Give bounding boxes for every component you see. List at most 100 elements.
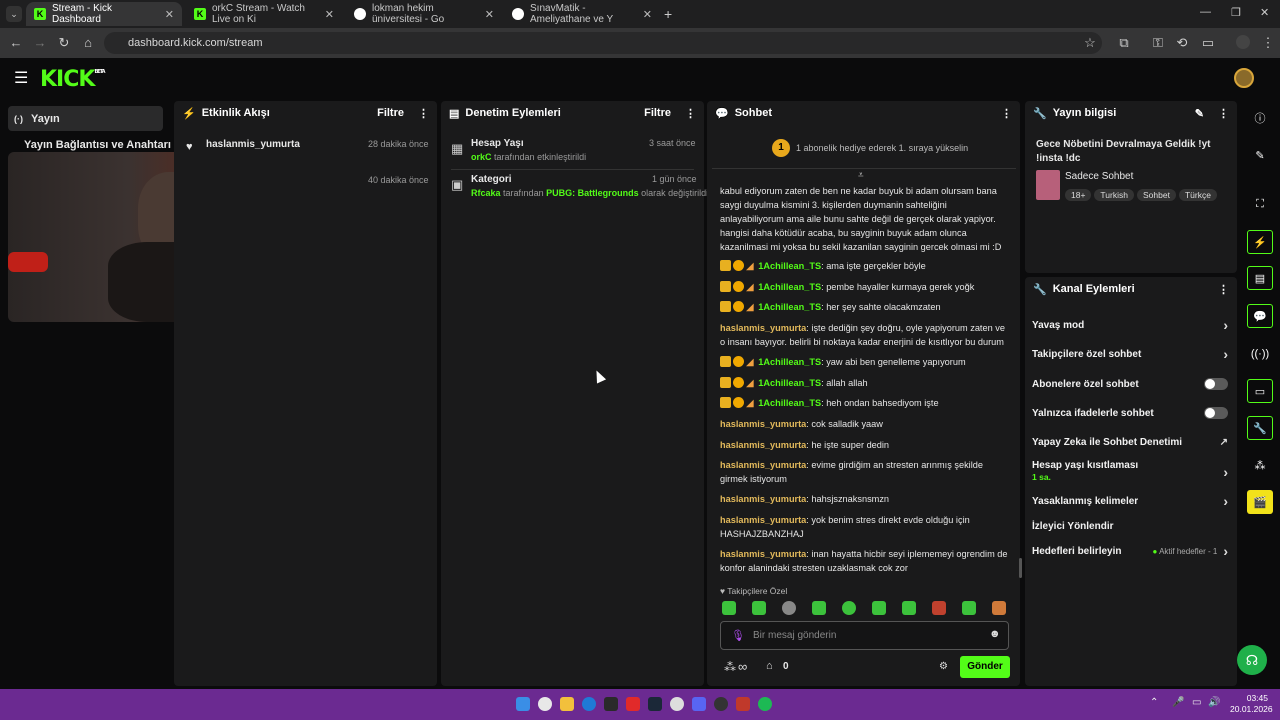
tab-orkc-stream[interactable]: K orkC Stream - Watch Live on Ki ✕ xyxy=(186,2,342,26)
tray-chevron-icon[interactable]: ⌃ xyxy=(1150,697,1158,708)
emote-icon[interactable] xyxy=(722,601,736,615)
activity-panel-toggle-icon[interactable]: ⚡ xyxy=(1247,230,1273,254)
stream-info-toggle-icon[interactable]: ▭ xyxy=(1247,379,1273,403)
hamburger-menu-icon[interactable]: ☰ xyxy=(14,68,28,88)
password-key-icon[interactable]: ⚿ xyxy=(1150,35,1166,51)
gift-sub-banner[interactable]: 1 abonelik hediye ederek 1. sıraya yükse… xyxy=(796,143,968,153)
chat-username[interactable]: haslanmis_yumurta xyxy=(720,323,806,333)
chat-panel-toggle-icon[interactable]: 💬 xyxy=(1247,304,1273,328)
kick-logo[interactable]: KICKBETA xyxy=(40,67,106,92)
emote-icon[interactable] xyxy=(872,601,886,615)
chat-username[interactable]: haslanmis_yumurta xyxy=(720,460,806,470)
host-channel-row[interactable]: İzleyici Yönlendir xyxy=(1032,517,1228,535)
channel-actions-toggle-icon[interactable]: 🔧 xyxy=(1247,416,1273,440)
steam-icon[interactable] xyxy=(648,697,662,711)
more-options-icon[interactable]: ⋮ xyxy=(1218,107,1229,120)
settings-gear-icon[interactable]: ⚙ xyxy=(939,661,948,672)
chat-username[interactable]: 1Achillean_TS xyxy=(758,302,821,312)
tab-kick-dashboard[interactable]: K Stream - Kick Dashboard ✕ xyxy=(26,2,182,26)
goals-row[interactable]: Hedefleri belirleyin ● Aktif hedefler - … xyxy=(1032,542,1228,560)
send-button[interactable]: Gönder xyxy=(960,656,1010,678)
category-name[interactable]: Sadece Sohbet xyxy=(1065,171,1133,182)
emote-icon[interactable] xyxy=(902,601,916,615)
emotes-only-toggle[interactable] xyxy=(1204,407,1228,419)
youtube-icon[interactable] xyxy=(626,697,640,711)
forward-icon[interactable]: → xyxy=(32,35,48,51)
emote-icon[interactable] xyxy=(782,601,796,615)
history-icon[interactable]: ⟲ xyxy=(1174,35,1190,51)
user-avatar[interactable] xyxy=(1234,68,1254,88)
clock[interactable]: 03:45 20.01.2026 xyxy=(1230,693,1273,715)
emote-icon[interactable] xyxy=(752,601,766,615)
url-field[interactable]: dashboard.kick.com/stream xyxy=(104,32,1102,54)
category-thumbnail[interactable] xyxy=(1036,170,1060,200)
emote-icon[interactable] xyxy=(812,601,826,615)
store-icon[interactable]: ⌂ xyxy=(766,660,773,672)
chat-scrollbar[interactable] xyxy=(1019,558,1022,578)
windows-start-icon[interactable] xyxy=(516,697,530,711)
close-tab-icon[interactable]: ✕ xyxy=(325,8,334,21)
banned-words-row[interactable]: Yasaklanmış kelimeler › xyxy=(1032,492,1228,510)
slow-mode-row[interactable]: Yavaş mod › xyxy=(1032,316,1228,334)
edge-icon[interactable] xyxy=(582,697,596,711)
sidebar-item-yayin[interactable]: (·) Yayın xyxy=(8,106,163,131)
profile-avatar[interactable] xyxy=(1236,35,1250,49)
back-icon[interactable]: ← xyxy=(8,35,24,51)
extensions-icon[interactable]: ⧉ xyxy=(1116,35,1132,51)
pinned-icon[interactable]: ⩡ xyxy=(858,170,864,181)
close-tab-icon[interactable]: ✕ xyxy=(485,8,494,21)
account-age-row[interactable]: Hesap yaşı kısıtlaması 1 sa. › xyxy=(1032,460,1228,488)
maximize-icon[interactable]: ❐ xyxy=(1231,6,1241,19)
emote-icon[interactable] xyxy=(842,601,856,615)
reload-icon[interactable]: ↻ xyxy=(56,35,72,51)
bookmark-star-icon[interactable]: ☆ xyxy=(1082,35,1098,51)
store-app-icon[interactable] xyxy=(604,697,618,711)
emote-icon[interactable] xyxy=(932,601,946,615)
points-icon[interactable]: ⁂ xyxy=(724,660,736,674)
chat-username[interactable]: 1Achillean_TS xyxy=(758,282,821,292)
emote-icon[interactable] xyxy=(992,601,1006,615)
chat-username[interactable]: haslanmis_yumurta xyxy=(720,549,806,559)
fullscreen-icon[interactable]: ⛶ xyxy=(1247,192,1273,216)
edit-icon[interactable]: ✎ xyxy=(1247,143,1273,167)
chat-username[interactable]: haslanmis_yumurta xyxy=(720,419,806,429)
emote-icon[interactable] xyxy=(962,601,976,615)
close-tab-icon[interactable]: ✕ xyxy=(165,8,174,21)
microphone-icon[interactable]: 🎙 xyxy=(731,629,745,642)
chat-username[interactable]: 1Achillean_TS xyxy=(758,261,821,271)
sidepanel-icon[interactable]: ▭ xyxy=(1200,35,1216,51)
more-options-icon[interactable]: ⋮ xyxy=(1218,283,1229,296)
obs-icon[interactable] xyxy=(714,697,728,711)
subscribers-only-toggle[interactable] xyxy=(1204,378,1228,390)
tab-search-icon[interactable]: ⌄ xyxy=(6,6,22,22)
close-tab-icon[interactable]: ✕ xyxy=(643,8,652,21)
app-icon[interactable] xyxy=(736,697,750,711)
chrome-icon[interactable] xyxy=(538,697,552,711)
edit-pencil-icon[interactable]: ✎ xyxy=(1195,107,1204,120)
moderation-panel-toggle-icon[interactable]: ▤ xyxy=(1247,266,1273,290)
more-options-icon[interactable]: ⋮ xyxy=(1001,107,1012,120)
action-actor[interactable]: orkC xyxy=(471,152,492,162)
volume-icon[interactable]: 🔊 xyxy=(1208,697,1220,708)
tab-google-search[interactable]: lokman hekim üniversitesi - Go ✕ xyxy=(346,2,502,26)
action-actor[interactable]: Rfcaka xyxy=(471,188,501,198)
file-explorer-icon[interactable] xyxy=(560,697,574,711)
chat-username[interactable]: 1Achillean_TS xyxy=(758,357,821,367)
spotify-icon[interactable] xyxy=(758,697,772,711)
support-headset-icon[interactable]: ☊ xyxy=(1237,645,1267,675)
tab-sinavmatik[interactable]: SınavMatik - Ameliyathane ve Y ✕ xyxy=(504,2,660,26)
ai-moderation-row[interactable]: Yapay Zeka ile Sohbet Denetimi ↗ xyxy=(1032,433,1228,451)
network-icon[interactable]: ▭ xyxy=(1192,697,1201,708)
chat-username[interactable]: haslanmis_yumurta xyxy=(720,440,806,450)
sidebar-item-stream-key[interactable]: Yayın Bağlantısı ve Anahtarı xyxy=(24,139,171,151)
event-user[interactable]: haslanmis_yumurta xyxy=(206,139,300,150)
followers-only-chat-row[interactable]: Takipçilere özel sohbet › xyxy=(1032,345,1228,363)
share-icon[interactable]: ⁂ xyxy=(1247,453,1273,477)
menu-dots-icon[interactable]: ⋮ xyxy=(1260,35,1276,51)
clapper-icon[interactable]: 🎬 xyxy=(1247,490,1273,514)
chat-username[interactable]: 1Achillean_TS xyxy=(758,378,821,388)
minimize-icon[interactable]: — xyxy=(1200,6,1211,18)
more-options-icon[interactable]: ⋮ xyxy=(418,107,429,120)
chat-username[interactable]: 1Achillean_TS xyxy=(758,398,821,408)
microphone-tray-icon[interactable]: 🎤 xyxy=(1172,697,1184,708)
